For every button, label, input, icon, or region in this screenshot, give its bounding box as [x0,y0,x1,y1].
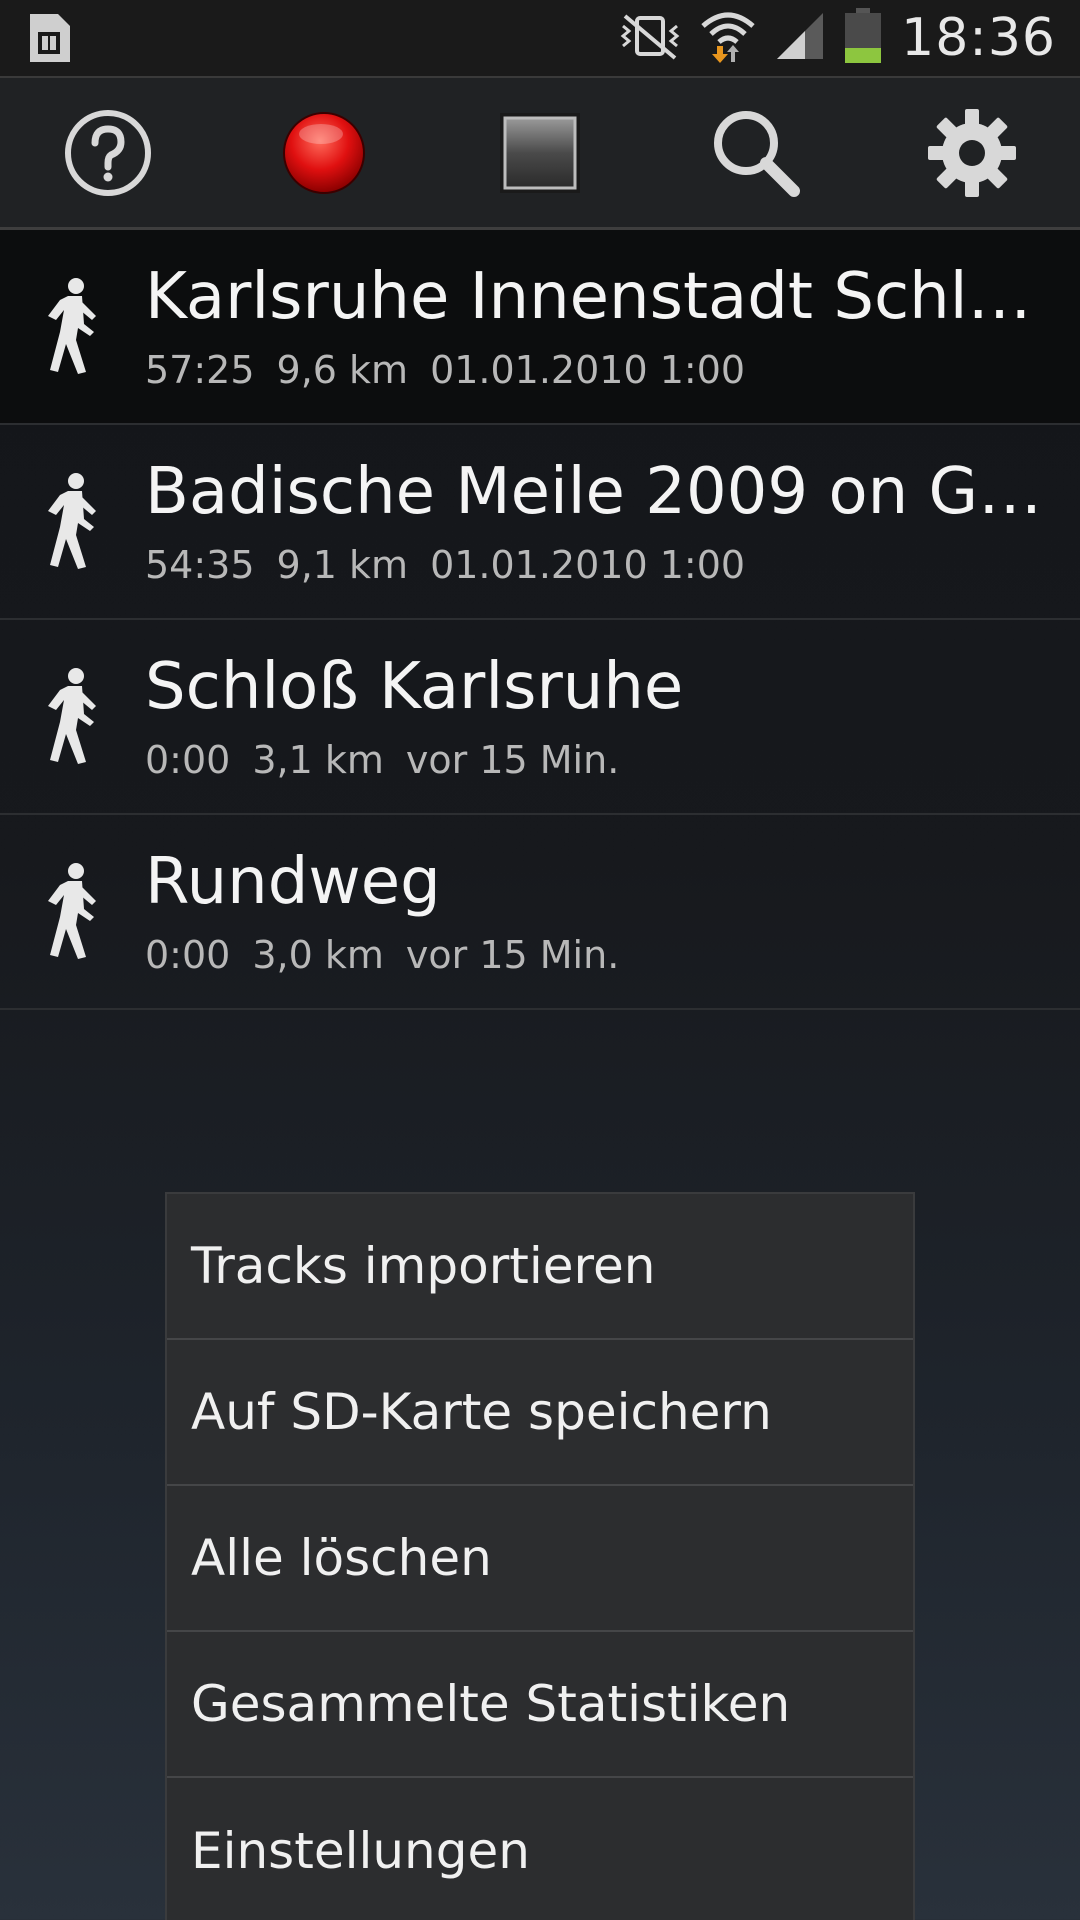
search-icon [714,111,800,197]
track-date: 01.01.2010 1:00 [430,543,746,587]
track-date: vor 15 Min. [405,933,620,977]
track-duration: 0:00 [145,933,231,977]
track-meta: 57:25 9,6 km 01.01.2010 1:00 [145,348,767,392]
walking-person-icon [48,278,96,374]
track-distance: 3,0 km [252,933,384,977]
track-date: 01.01.2010 1:00 [430,348,746,392]
stop-button[interactable] [432,78,648,228]
track-meta: 54:35 9,1 km 01.01.2010 1:00 [145,543,767,587]
track-title: Karlsruhe Innenstadt Schlos… [145,260,1045,334]
menu-item-save-to-sd[interactable]: Auf SD-Karte speichern [167,1340,913,1486]
vibrate-mute-icon [619,12,681,64]
menu-item-settings[interactable]: Einstellungen [167,1778,913,1920]
status-bar: 18:36 [0,0,1080,76]
menu-item-delete-all[interactable]: Alle löschen [167,1486,913,1632]
action-bar [0,76,1080,230]
options-menu: Tracks importieren Auf SD-Karte speicher… [165,1192,915,1920]
search-button[interactable] [648,78,864,228]
walking-person-icon [48,473,96,569]
menu-item-statistics[interactable]: Gesammelte Statistiken [167,1632,913,1778]
track-date: vor 15 Min. [405,738,620,782]
signal-icon [775,11,825,65]
list-item[interactable]: Karlsruhe Innenstadt Schlos… 57:25 9,6 km… [0,230,1080,425]
track-distance: 9,6 km [276,348,409,392]
track-duration: 54:35 [145,543,255,587]
track-title: Rundweg [145,845,441,919]
track-meta: 0:00 3,1 km vor 15 Min. [145,738,641,782]
list-item[interactable]: Schloß Karlsruhe 0:00 3,1 km vor 15 Min. [0,620,1080,815]
record-icon [283,112,365,194]
clock: 18:36 [901,8,1056,68]
wifi-icon [699,8,757,68]
menu-item-import-tracks[interactable]: Tracks importieren [167,1194,913,1340]
track-title: Badische Meile 2009 on GPS… [145,455,1045,529]
settings-button[interactable] [864,78,1080,228]
list-item[interactable]: Rundweg 0:00 3,0 km vor 15 Min. [0,815,1080,1010]
walking-person-icon [48,668,96,764]
track-title: Schloß Karlsruhe [145,650,684,724]
track-distance: 3,1 km [252,738,384,782]
stop-icon [500,113,580,193]
track-list: Karlsruhe Innenstadt Schlos… 57:25 9,6 km… [0,230,1080,1010]
record-button[interactable] [216,78,432,228]
track-meta: 0:00 3,0 km vor 15 Min. [145,933,641,977]
walking-person-icon [48,863,96,959]
sim-card-icon [24,12,74,68]
help-button[interactable] [0,78,216,228]
help-icon [65,110,151,196]
gear-icon [928,109,1016,197]
list-item[interactable]: Badische Meile 2009 on GPS… 54:35 9,1 km 0… [0,425,1080,620]
track-duration: 57:25 [145,348,255,392]
battery-icon [843,8,883,68]
track-duration: 0:00 [145,738,231,782]
track-distance: 9,1 km [276,543,409,587]
